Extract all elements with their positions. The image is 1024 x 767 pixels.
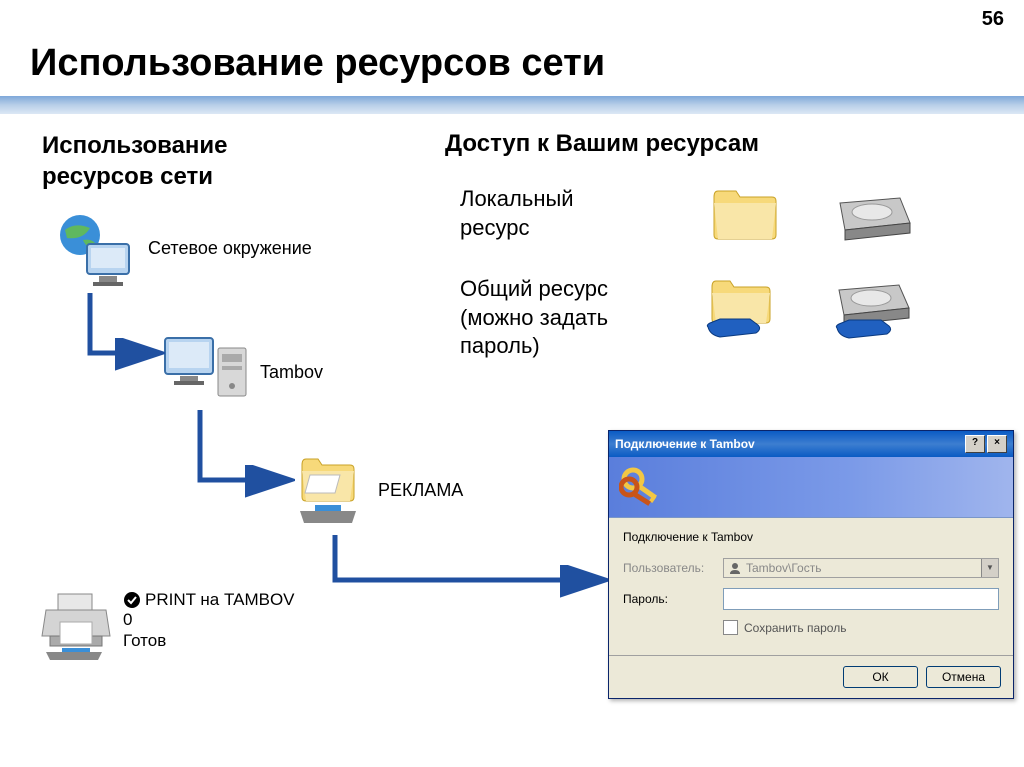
connect-dialog: Подключение к Tambov ? × Подключение к T… bbox=[608, 430, 1014, 699]
shared-resource-text: Общий ресурс (можно задать пароль) bbox=[460, 275, 660, 361]
save-password-label: Сохранить пароль bbox=[744, 621, 846, 635]
dialog-header-banner bbox=[609, 457, 1013, 518]
subtitle-right: Доступ к Вашим ресурсам bbox=[445, 130, 759, 158]
dialog-titlebar[interactable]: Подключение к Tambov ? × bbox=[609, 431, 1013, 457]
page-number: 56 bbox=[982, 8, 1004, 31]
dialog-body-title: Подключение к Tambov bbox=[623, 530, 999, 544]
printer-info: PRINT на TAMBOV 0 Готов bbox=[123, 590, 295, 651]
arrow-2 bbox=[190, 405, 300, 500]
check-badge-icon bbox=[123, 591, 141, 609]
printer-status: Готов bbox=[123, 631, 295, 651]
network-places-icon bbox=[55, 210, 140, 290]
printer-jobs: 0 bbox=[123, 610, 295, 630]
printer-name: PRINT на TAMBOV bbox=[145, 590, 295, 610]
subtitle-left: Использование ресурсов сети bbox=[42, 130, 302, 192]
save-password-row[interactable]: Сохранить пароль bbox=[723, 620, 999, 635]
drive-icon bbox=[830, 188, 915, 243]
computer-icon bbox=[160, 330, 255, 405]
user-label: Пользователь: bbox=[623, 561, 723, 575]
shared-folder-icon bbox=[700, 275, 785, 350]
user-dropdown[interactable]: Tambov\Гость ▼ bbox=[723, 558, 999, 578]
computer-label: Tambov bbox=[260, 362, 323, 383]
save-password-checkbox[interactable] bbox=[723, 620, 738, 635]
page-title: Использование ресурсов сети bbox=[30, 42, 605, 85]
dialog-footer: ОК Отмена bbox=[609, 655, 1013, 698]
shared-drive-icon bbox=[825, 278, 920, 350]
printer-icon bbox=[40, 590, 115, 660]
password-label: Пароль: bbox=[623, 592, 723, 606]
user-value-text: Tambov\Гость bbox=[746, 561, 821, 575]
dialog-title-buttons: ? × bbox=[965, 435, 1007, 453]
arrow-1 bbox=[80, 288, 170, 378]
keys-icon bbox=[619, 465, 667, 509]
help-button[interactable]: ? bbox=[965, 435, 985, 453]
cancel-button[interactable]: Отмена bbox=[926, 666, 1001, 688]
shared-resource-label: Общий ресурс (можно задать пароль) bbox=[460, 275, 660, 361]
close-button[interactable]: × bbox=[987, 435, 1007, 453]
arrow-3 bbox=[325, 530, 615, 600]
user-icon bbox=[728, 561, 742, 575]
dialog-body: Подключение к Tambov Пользователь: Tambo… bbox=[609, 518, 1013, 655]
network-places-label: Сетевое окружение bbox=[148, 238, 312, 259]
password-input[interactable] bbox=[723, 588, 999, 610]
dialog-title: Подключение к Tambov bbox=[615, 437, 755, 451]
local-resource-label: Локальный ресурс bbox=[460, 185, 640, 242]
network-share-icon bbox=[290, 455, 370, 530]
local-resource-text: Локальный ресурс bbox=[460, 185, 640, 242]
title-gradient-bar bbox=[0, 96, 1024, 114]
folder-icon bbox=[710, 183, 780, 243]
password-row: Пароль: bbox=[623, 588, 999, 610]
ok-button[interactable]: ОК bbox=[843, 666, 918, 688]
printer-block: PRINT на TAMBOV 0 Готов bbox=[40, 590, 295, 660]
user-dropdown-value: Tambov\Гость bbox=[724, 559, 981, 577]
user-row: Пользователь: Tambov\Гость ▼ bbox=[623, 558, 999, 578]
share-label: РЕКЛАМА bbox=[378, 480, 463, 501]
subtitle-left-text: Использование ресурсов сети bbox=[42, 130, 302, 192]
dropdown-arrow-icon[interactable]: ▼ bbox=[981, 559, 998, 577]
